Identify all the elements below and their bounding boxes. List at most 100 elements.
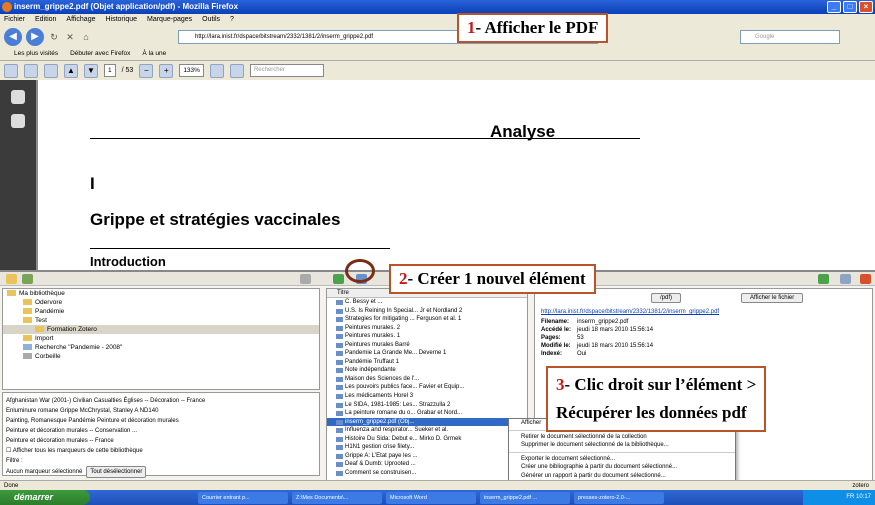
tag-line[interactable]: Peinture et décoration murales -- Conser… [6,426,316,436]
stop-icon[interactable]: ✕ [64,31,76,43]
list-item[interactable]: H1N1 gestion crise filety... [327,443,527,452]
prev-page-icon[interactable]: ▲ [64,63,78,78]
library-item[interactable]: Import [3,334,319,343]
list-item[interactable]: Peintures murales. 2 [327,324,527,333]
save-icon[interactable] [24,63,38,78]
list-item[interactable]: Le SIDA, 1981-1985: Les... Strazzulla 2 [327,401,527,410]
window-title: inserm_grippe2.pdf (Objet application/pd… [14,2,239,11]
new-collection-icon[interactable] [6,274,17,284]
library-item[interactable]: Pandémie [3,307,319,316]
menu-edition[interactable]: Edition [35,14,56,26]
forward-icon[interactable]: ▶ [26,28,44,46]
taskbar-item[interactable]: inserm_grippe2.pdf ... [480,491,570,504]
list-item[interactable]: Histoire Du Sida: Debut e... Mirko D. Gr… [327,435,527,444]
list-item[interactable]: Maison des Sciences de l'... [327,375,527,384]
list-item[interactable]: Pandémie Truffaut 1 [327,358,527,367]
list-item[interactable]: C. Bessy et ... [327,298,527,307]
tag-selector: Afghanistan War (2001-) Civilian Casualt… [2,392,320,478]
item-type-icon [336,470,343,476]
web-search-input[interactable]: Google [740,30,840,44]
bookmark-headlines[interactable]: À la une [142,48,166,60]
library-item[interactable]: Test [3,316,319,325]
taskbar-item[interactable]: Z:\Mes Documents\... [292,491,382,504]
list-item[interactable]: Les médicaments Horel 3 [327,392,527,401]
view-file-button[interactable]: Afficher le fichier [741,293,804,303]
list-item[interactable]: Comment se construisen... [327,469,527,478]
bookmark-panel-icon[interactable] [11,114,25,128]
menu-help[interactable]: ? [230,14,234,26]
library-item[interactable]: Corbeille [3,352,319,361]
library-item[interactable]: Formation Zotero [3,325,319,334]
list-item[interactable]: La peinture romane du o... Grabar et Nor… [327,409,527,418]
deselect-all-button[interactable]: Tout désélectionner [86,466,147,478]
taskbar-item[interactable]: Microsoft Word [386,491,476,504]
list-item[interactable]: inserm_grippe2.pdf (Obj... [327,417,527,427]
list-item[interactable]: U.S. Is Reining In Special... Jr et Nord… [327,307,527,316]
library-item[interactable]: Odervore [3,298,319,307]
next-page-icon[interactable]: ▼ [84,63,98,78]
pdf-page: Analyse I Grippe et stratégies vaccinale… [38,80,875,270]
zoom-out-icon[interactable]: − [139,63,154,78]
items-list: Titre C. Bessy et ... U.S. Is Reining In … [326,288,528,482]
fullscreen-icon[interactable] [840,274,851,284]
tag-filter[interactable]: Filtre : [6,456,316,466]
share-icon[interactable] [44,63,58,78]
close-button[interactable]: × [859,1,873,13]
menu-affichage[interactable]: Affichage [66,14,95,26]
context-menu-item[interactable]: Retirer le document sélectionné de la co… [509,433,735,442]
zoom-in-icon[interactable]: + [159,63,174,78]
library-item[interactable]: Ma bibliothèque [3,289,319,298]
bookmark-getting-started[interactable]: Débuter avec Firefox [70,48,130,60]
list-item[interactable]: Peintures murales Barré [327,341,527,350]
list-item[interactable]: Note indépendante [327,366,527,375]
page-thumbnail-icon[interactable] [11,90,25,104]
tag-line[interactable]: Afghanistan War (2001-) Civilian Casualt… [6,396,316,406]
tag-line[interactable]: Peinture et décoration murales -- France [6,436,316,446]
zoom-select[interactable]: 133% [179,64,204,77]
sync-icon[interactable] [818,274,829,284]
tag-line[interactable]: Painting, Romanesque Pandémie Peinture e… [6,416,316,426]
start-button[interactable]: démarrer [0,490,90,505]
menu-marque-pages[interactable]: Marque-pages [147,14,192,26]
list-item[interactable]: Peintures murales. 1 [327,332,527,341]
pdf-search-input[interactable]: Rechercher [249,64,324,77]
menu-historique[interactable]: Historique [105,14,137,26]
library-item[interactable]: Recherche "Pandemie - 2008" [3,343,319,352]
close-zotero-icon[interactable] [860,274,871,284]
home-icon[interactable]: ⌂ [80,31,92,43]
item-type-icon [336,342,343,348]
context-menu-item[interactable]: Exporter le document sélectionné... [509,455,735,464]
list-item[interactable]: Deaf & Dumb: Uprooted ... [327,460,527,469]
fit-width-icon[interactable] [229,63,244,78]
context-menu-item[interactable]: Créer une bibliographie à partir du docu… [509,463,735,472]
list-item[interactable]: Les pouvoirs publics face... Favier et E… [327,383,527,392]
menu-fichier[interactable]: Fichier [4,14,25,26]
page-number-input[interactable]: 1 [104,64,116,77]
list-item[interactable]: Strategies for mitigating ... Ferguson e… [327,315,527,324]
folder-icon [7,290,16,297]
item-type-icon [336,376,343,382]
attachment-url[interactable]: http://lara.inist.fr/dspace/bitstream/23… [541,309,866,315]
list-item[interactable]: Grippe A: L'État paye les ... [327,452,527,461]
new-saved-search-icon[interactable] [22,274,33,284]
bookmark-most-visited[interactable]: Les plus visités [14,48,58,60]
fit-page-icon[interactable] [209,63,224,78]
maximize-button[interactable]: □ [843,1,857,13]
new-item-icon[interactable] [333,274,344,284]
item-type-icon [336,308,343,314]
reload-icon[interactable]: ↻ [48,31,60,43]
taskbar-item[interactable]: presses-zotero-2.0-... [574,491,664,504]
print-icon[interactable] [4,63,18,78]
actions-icon[interactable] [300,274,311,284]
context-menu-item[interactable]: Générer un rapport à partir du document … [509,472,735,481]
tag-line[interactable]: Enluminure romane Grippe McChrystal, Sta… [6,406,316,416]
taskbar-item[interactable]: Courrier entrant p... [198,491,288,504]
list-item[interactable]: Pandemie La Grande Me... Deverne 1 [327,349,527,358]
folder-icon [23,317,32,324]
context-menu-item[interactable]: Supprimer le document sélectionné de la … [509,441,735,450]
show-all-tags-checkbox[interactable]: ☐ Afficher tous les marqueurs de cette b… [6,446,316,456]
minimize-button[interactable]: _ [827,1,841,13]
back-icon[interactable]: ◀ [4,28,22,46]
menu-outils[interactable]: Outils [202,14,220,26]
list-item[interactable]: Influenza and respirator... Sueker et al… [327,426,527,435]
